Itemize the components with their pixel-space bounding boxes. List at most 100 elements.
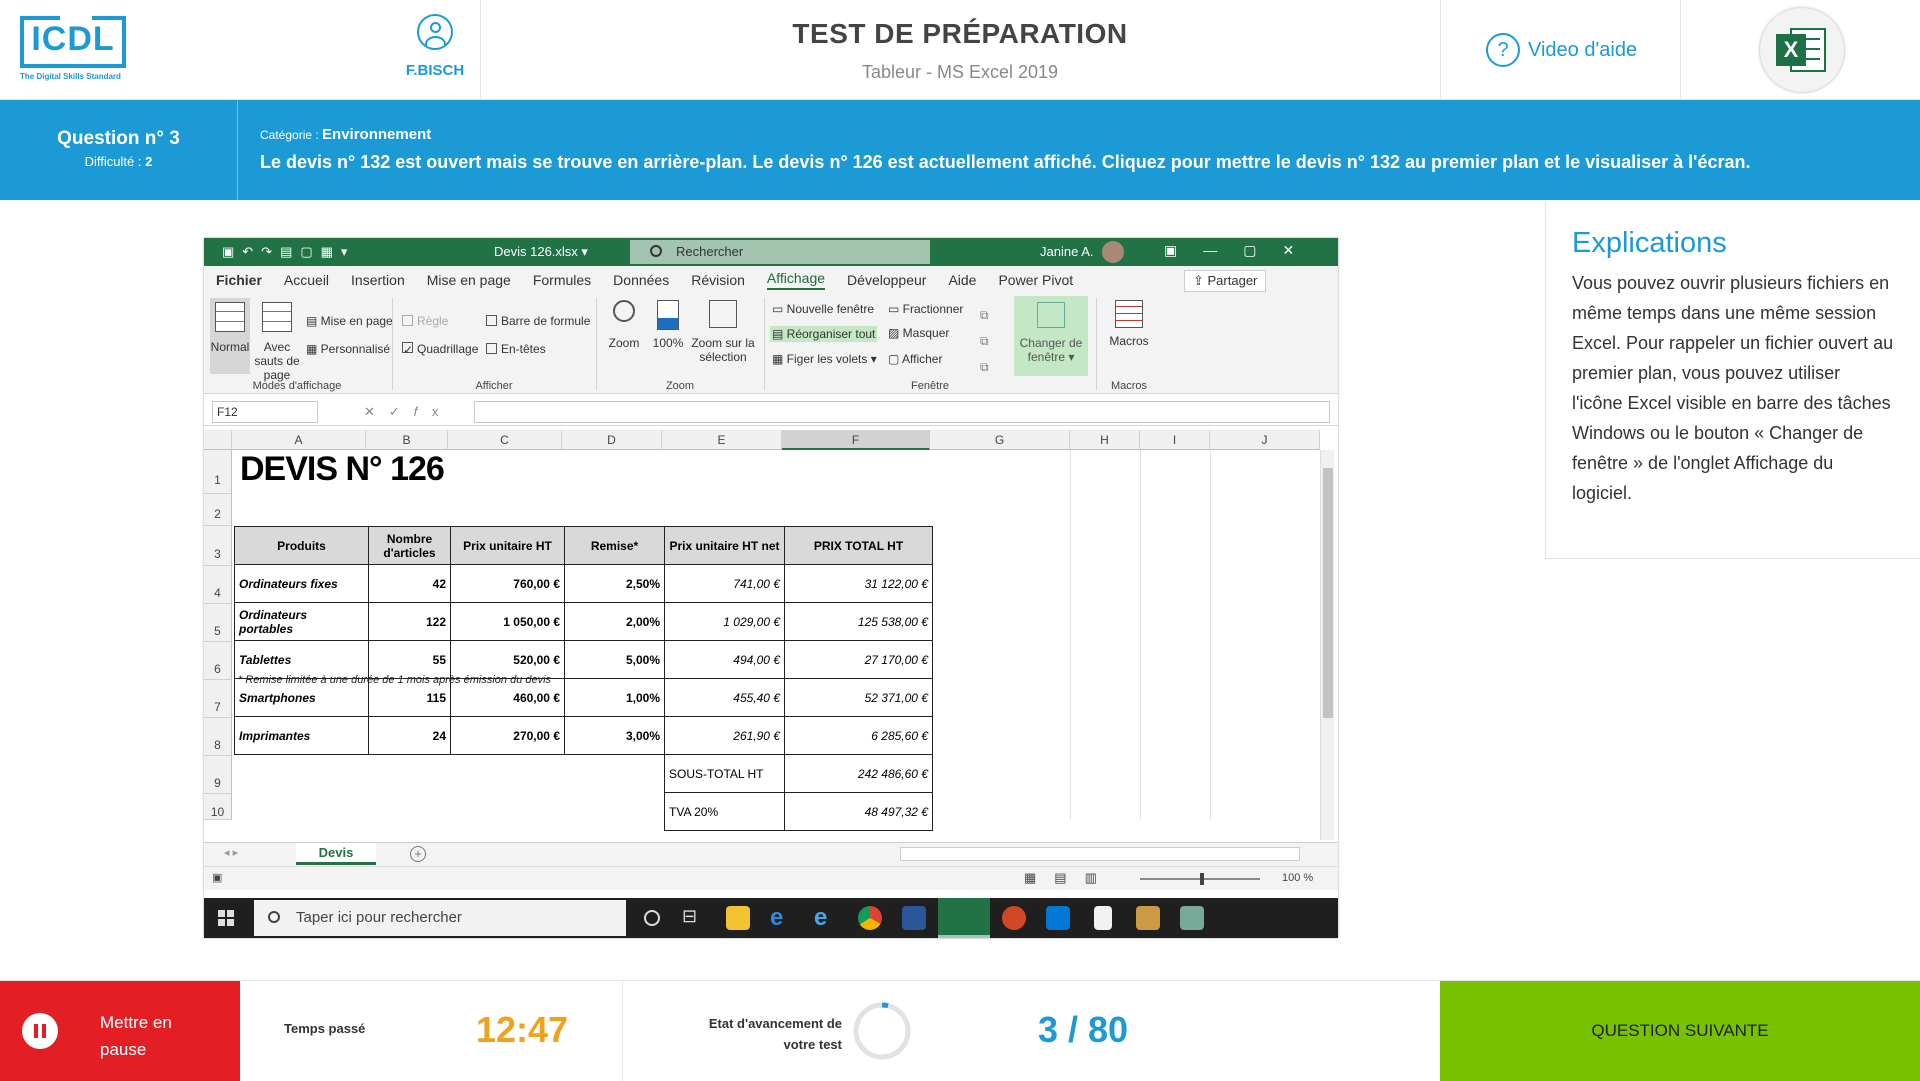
side-by-side-icons[interactable]: ⧉ ⧉ ⧉ (980, 302, 989, 380)
tab-mise-en-page[interactable]: Mise en page (427, 272, 511, 288)
tab-formules[interactable]: Formules (533, 272, 591, 288)
new-window-button[interactable]: ▭ Nouvelle fenêtre (772, 302, 874, 316)
hide-button[interactable]: ▨ Masquer (888, 326, 949, 340)
taskbar-search[interactable]: Taper ici pour rechercher (254, 900, 626, 936)
name-box[interactable]: F12 (212, 401, 318, 423)
document-icon[interactable] (1094, 906, 1112, 930)
view-switcher-icons[interactable]: ▦▤▥ (1024, 870, 1115, 886)
vertical-scrollbar[interactable] (1320, 450, 1334, 840)
subtotal-label[interactable]: SOUS-TOTAL HT (664, 754, 785, 793)
net-price-cell[interactable]: 261,90 € (664, 716, 785, 755)
row-header[interactable]: 10 (204, 794, 232, 820)
formula-icons[interactable]: ✕✓𝑓x (364, 404, 452, 420)
tab-aide[interactable]: Aide (948, 272, 976, 288)
total-cell[interactable]: 27 170,00 € (784, 640, 933, 679)
gridlines-checkbox[interactable]: ✓ Quadrillage (402, 342, 478, 357)
ruler-checkbox[interactable]: Règle (402, 314, 448, 328)
tab-fichier[interactable]: Fichier (216, 272, 262, 288)
custom-views-button[interactable]: ▦ Personnalisé (306, 342, 390, 356)
switch-windows-button[interactable]: Changer de fenêtre ▾ (1014, 296, 1088, 376)
excel-account-name[interactable]: Janine A. (1040, 244, 1094, 259)
task-view-icon[interactable]: ⊟ (682, 906, 706, 930)
window-controls[interactable]: ▣—▢✕ (1164, 242, 1320, 259)
net-price-cell[interactable]: 455,40 € (664, 678, 785, 717)
quantity-cell[interactable]: 42 (368, 564, 451, 603)
column-header[interactable]: A (232, 430, 366, 450)
help-video-button[interactable]: ? Video d'aide (1486, 30, 1637, 70)
formula-input[interactable] (474, 401, 1330, 423)
column-header[interactable]: E (662, 430, 782, 450)
file-explorer-icon[interactable] (726, 906, 750, 930)
tab-developpeur[interactable]: Développeur (847, 272, 926, 288)
zoom-selection-button[interactable]: Zoom sur la sélection (690, 300, 756, 364)
tab-power-pivot[interactable]: Power Pivot (998, 272, 1073, 288)
excel-search-box[interactable]: Rechercher (630, 240, 930, 264)
freeze-panes-button[interactable]: ▦ Figer les volets ▾ (772, 352, 877, 366)
row-header[interactable]: 9 (204, 756, 232, 794)
excel-taskbar-icon[interactable] (938, 898, 990, 938)
row-header[interactable]: 5 (204, 604, 232, 642)
page-break-view-button[interactable]: Avec sauts de page (252, 298, 302, 382)
unit-price-cell[interactable]: 520,00 € (450, 640, 565, 679)
excel-filename[interactable]: Devis 126.xlsx ▾ (494, 244, 588, 260)
subtotal-value[interactable]: 242 486,60 € (784, 754, 933, 793)
sheet-tab-devis[interactable]: Devis (296, 843, 376, 865)
next-question-button[interactable]: QUESTION SUIVANTE (1440, 981, 1920, 1081)
column-header[interactable]: H (1070, 430, 1140, 450)
pause-button[interactable]: Mettre en pause (0, 981, 240, 1081)
zoom-slider[interactable] (1140, 873, 1260, 885)
column-header[interactable]: D (562, 430, 662, 450)
word-icon[interactable] (902, 906, 926, 930)
arrange-all-button[interactable]: ▤ Réorganiser tout (770, 326, 878, 342)
row-header[interactable]: 4 (204, 566, 232, 604)
product-cell[interactable]: Tablettes (234, 640, 369, 679)
worksheet-grid[interactable]: A B C D E F G H I J 1 2 3 4 5 6 7 8 9 10… (204, 430, 1338, 831)
column-header[interactable]: B (366, 430, 448, 450)
horizontal-scrollbar[interactable] (900, 847, 1300, 861)
macro-record-icon[interactable]: ▣ (212, 871, 222, 884)
zoom-100-button[interactable]: 100% (648, 300, 688, 350)
discount-cell[interactable]: 5,00% (564, 640, 665, 679)
quantity-cell[interactable]: 24 (368, 716, 451, 755)
page-layout-view-button[interactable]: ▤ Mise en page (306, 314, 393, 328)
avatar[interactable] (1102, 241, 1124, 263)
quick-access-toolbar[interactable]: ▣↶↷▤▢▦▾ (222, 244, 355, 260)
user-profile[interactable]: F.BISCH (390, 0, 480, 100)
tva-value[interactable]: 48 497,32 € (784, 792, 933, 831)
windows-start-icon[interactable] (218, 910, 234, 926)
tab-revision[interactable]: Révision (691, 272, 745, 288)
paint-icon[interactable] (1136, 906, 1160, 930)
row-header[interactable]: 2 (204, 494, 232, 526)
add-sheet-icon[interactable]: + (410, 846, 426, 862)
zoom-button[interactable]: Zoom (604, 300, 644, 350)
net-price-cell[interactable]: 1 029,00 € (664, 602, 785, 641)
macros-button[interactable]: Macros (1104, 300, 1154, 348)
total-cell[interactable]: 31 122,00 € (784, 564, 933, 603)
tab-accueil[interactable]: Accueil (284, 272, 329, 288)
product-cell[interactable]: Ordinateurs portables (234, 602, 369, 641)
formula-bar-checkbox[interactable]: Barre de formule (486, 314, 590, 328)
zoom-level[interactable]: 100 % (1282, 872, 1313, 884)
headings-checkbox[interactable]: En-têtes (486, 342, 546, 356)
unit-price-cell[interactable]: 760,00 € (450, 564, 565, 603)
edge-icon[interactable]: e (770, 906, 794, 930)
discount-cell[interactable]: 1,00% (564, 678, 665, 717)
select-all-corner[interactable] (204, 430, 232, 450)
chrome-icon[interactable] (858, 906, 882, 930)
internet-explorer-icon[interactable]: e (814, 906, 838, 930)
paint-3d-icon[interactable] (1180, 906, 1204, 930)
sheet-nav-arrows[interactable]: ◂ ▸ (224, 846, 238, 859)
powerpoint-icon[interactable] (1002, 906, 1026, 930)
share-button[interactable]: ⇪ Partager (1184, 270, 1267, 292)
outlook-icon[interactable] (1046, 906, 1070, 930)
product-cell[interactable]: Imprimantes (234, 716, 369, 755)
unhide-button[interactable]: ▢ Afficher (888, 352, 942, 366)
excel-screenshot[interactable]: ▣↶↷▤▢▦▾ Devis 126.xlsx ▾ Rechercher Jani… (204, 238, 1338, 938)
discount-cell[interactable]: 2,00% (564, 602, 665, 641)
discount-cell[interactable]: 3,00% (564, 716, 665, 755)
total-cell[interactable]: 125 538,00 € (784, 602, 933, 641)
row-header[interactable]: 6 (204, 642, 232, 680)
quantity-cell[interactable]: 122 (368, 602, 451, 641)
net-price-cell[interactable]: 494,00 € (664, 640, 785, 679)
split-button[interactable]: ▭ Fractionner (888, 302, 963, 316)
